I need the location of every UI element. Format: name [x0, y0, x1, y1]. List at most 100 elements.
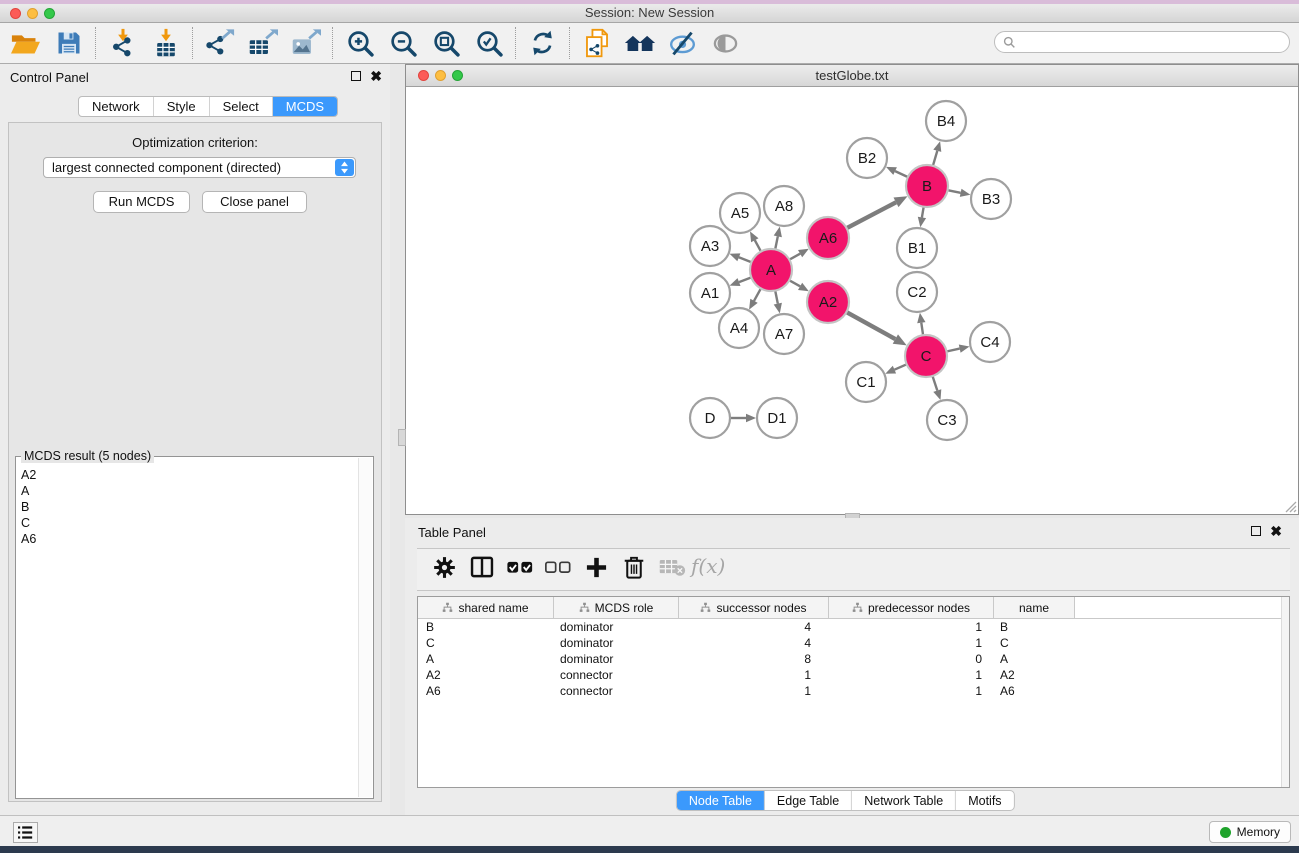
- network-minimize-button[interactable]: [435, 70, 446, 81]
- delete-column-button[interactable]: [615, 552, 653, 588]
- graph-edge-C-C4[interactable]: [947, 349, 960, 352]
- tab-mcds[interactable]: MCDS: [273, 97, 337, 116]
- open-file-button[interactable]: [4, 25, 47, 61]
- table-row[interactable]: Cdominator41C: [418, 635, 1289, 651]
- graph-edge-B-B3[interactable]: [948, 190, 961, 193]
- float-table-panel-icon[interactable]: [1251, 526, 1261, 536]
- graph-edge-A6-B[interactable]: [847, 202, 896, 228]
- zoom-selected-button[interactable]: [467, 25, 510, 61]
- minimize-window-button[interactable]: [27, 8, 38, 19]
- column-header-MCDS-role[interactable]: MCDS role: [554, 597, 679, 619]
- graph-edge-A-A5[interactable]: [755, 240, 761, 251]
- close-panel-icon[interactable]: ✖: [370, 71, 382, 81]
- save-session-button[interactable]: [47, 25, 90, 61]
- delete-table-button[interactable]: [653, 552, 691, 588]
- tab-motifs[interactable]: Motifs: [956, 791, 1013, 810]
- vertical-splitter-handle[interactable]: [398, 429, 406, 446]
- graph-edge-B-B2[interactable]: [895, 171, 908, 177]
- column-header-successor-nodes[interactable]: successor nodes: [679, 597, 829, 619]
- float-panel-icon[interactable]: [351, 71, 361, 81]
- function-builder-button[interactable]: f(x): [691, 552, 729, 588]
- select-all-button[interactable]: [501, 552, 539, 588]
- preview-button[interactable]: [704, 25, 747, 61]
- cell: connector: [554, 683, 679, 699]
- graph-edge-A-A6[interactable]: [789, 254, 800, 260]
- table-settings-button[interactable]: [425, 552, 463, 588]
- tab-network[interactable]: Network: [79, 97, 154, 116]
- graph-node-label: A5: [731, 205, 749, 222]
- result-item[interactable]: A: [21, 483, 357, 499]
- close-table-panel-icon[interactable]: ✖: [1270, 526, 1282, 536]
- close-panel-button[interactable]: Close panel: [202, 191, 307, 213]
- zoom-in-button[interactable]: [338, 25, 381, 61]
- cell: 1: [679, 683, 829, 699]
- refresh-button[interactable]: [521, 25, 564, 61]
- graph-edge-A-A4[interactable]: [754, 288, 761, 301]
- graph-edge-A2-C[interactable]: [846, 312, 895, 339]
- network-canvas[interactable]: B4B2BB3A8A5A6A3B1AC2A1A2A4A7C4CC1DD1C3: [406, 87, 1298, 514]
- tab-node-table[interactable]: Node Table: [677, 791, 765, 810]
- table-row[interactable]: Bdominator41B: [418, 619, 1289, 635]
- deselect-all-button[interactable]: [539, 552, 577, 588]
- result-item[interactable]: A6: [21, 531, 357, 547]
- network-window-titlebar[interactable]: testGlobe.txt: [406, 65, 1298, 87]
- graph-node-label: B4: [937, 113, 955, 130]
- graph-edge-A-A1[interactable]: [739, 277, 751, 282]
- close-window-button[interactable]: [10, 8, 21, 19]
- graph-edge-A-A8[interactable]: [775, 236, 778, 249]
- column-header-shared-name[interactable]: shared name: [418, 597, 554, 619]
- edge-arrowhead: [917, 313, 925, 324]
- graph-node-label: A2: [819, 294, 837, 311]
- import-table-button[interactable]: [144, 25, 187, 61]
- style-visibility-button[interactable]: [661, 25, 704, 61]
- export-table-button[interactable]: [241, 25, 284, 61]
- table-settings-icon: [431, 554, 458, 586]
- new-session-from-network-button[interactable]: [575, 25, 618, 61]
- import-network-button[interactable]: [101, 25, 144, 61]
- show-columns-button[interactable]: [463, 552, 501, 588]
- zoom-out-button[interactable]: [381, 25, 424, 61]
- table-row[interactable]: A2connector11A2: [418, 667, 1289, 683]
- criterion-dropdown[interactable]: largest connected component (directed): [43, 157, 356, 178]
- task-history-button[interactable]: [13, 822, 38, 843]
- export-image-button[interactable]: [284, 25, 327, 61]
- result-scrollbar[interactable]: [358, 458, 372, 797]
- edge-arrowhead: [730, 278, 741, 286]
- resize-grip-icon[interactable]: [1283, 499, 1297, 513]
- column-header-name[interactable]: name: [994, 597, 1075, 619]
- graph-edge-A-A3[interactable]: [739, 257, 752, 262]
- graph-edge-C-C2[interactable]: [921, 323, 923, 336]
- window-titlebar[interactable]: Session: New Session: [0, 4, 1299, 23]
- graph-edge-A-A7[interactable]: [775, 291, 778, 304]
- tab-select[interactable]: Select: [210, 97, 273, 116]
- memory-button[interactable]: Memory: [1209, 821, 1291, 843]
- table-scrollbar[interactable]: [1281, 597, 1289, 787]
- result-item[interactable]: B: [21, 499, 357, 515]
- graph-edge-B-B1[interactable]: [922, 207, 924, 218]
- graph-edge-C-C1[interactable]: [894, 364, 906, 369]
- table-row[interactable]: A6connector11A6: [418, 683, 1289, 699]
- table-row[interactable]: Adominator80A: [418, 651, 1289, 667]
- search-input[interactable]: [1020, 33, 1289, 51]
- export-network-button[interactable]: [198, 25, 241, 61]
- search-field[interactable]: [994, 31, 1290, 53]
- graph-node-label: C: [921, 348, 932, 365]
- graph-edge-C-C3[interactable]: [933, 376, 938, 391]
- run-mcds-button[interactable]: Run MCDS: [93, 191, 190, 213]
- tab-style[interactable]: Style: [154, 97, 210, 116]
- result-item[interactable]: A2: [21, 467, 357, 483]
- graph-edge-B-B4[interactable]: [933, 151, 937, 166]
- table-panel: Table Panel ✖ f(x) shared nameMCDS roles…: [405, 518, 1299, 815]
- network-zoom-button[interactable]: [452, 70, 463, 81]
- network-close-button[interactable]: [418, 70, 429, 81]
- zoom-window-button[interactable]: [44, 8, 55, 19]
- zoom-fit-button[interactable]: [424, 25, 467, 61]
- cell: A: [994, 651, 1075, 667]
- column-header-predecessor-nodes[interactable]: predecessor nodes: [829, 597, 994, 619]
- tab-network-table[interactable]: Network Table: [852, 791, 956, 810]
- result-item[interactable]: C: [21, 515, 357, 531]
- graph-edge-A-A2[interactable]: [789, 280, 800, 286]
- add-column-button[interactable]: [577, 552, 615, 588]
- tab-edge-table[interactable]: Edge Table: [765, 791, 852, 810]
- show-all-networks-button[interactable]: [618, 25, 661, 61]
